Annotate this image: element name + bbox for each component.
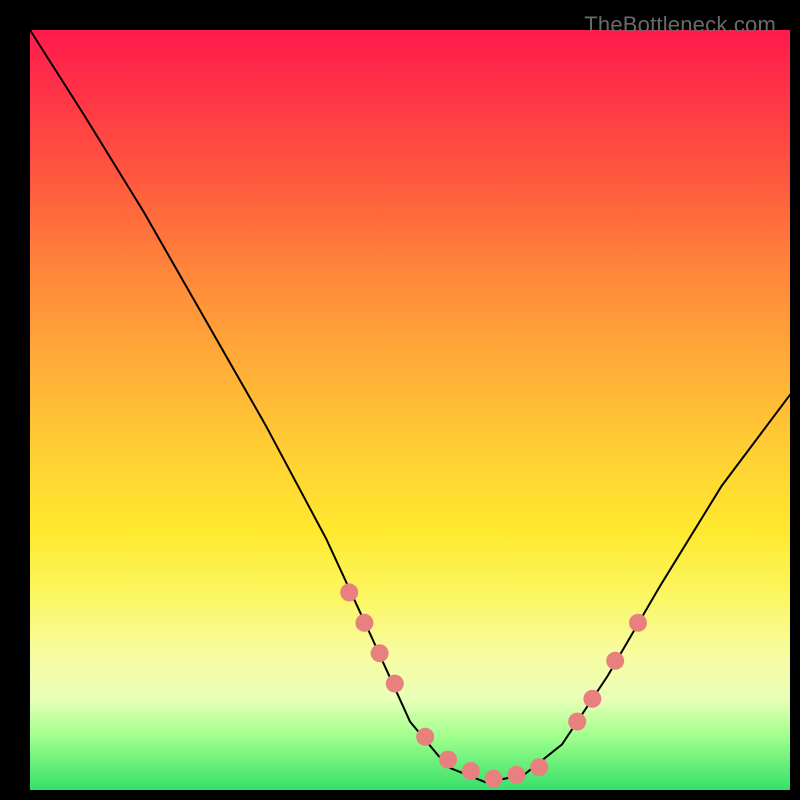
bottleneck-curve-path xyxy=(30,30,790,782)
watermark-text: TheBottleneck.com xyxy=(584,12,776,38)
marker-dot xyxy=(416,728,434,746)
marker-dot xyxy=(530,758,548,776)
marker-dot xyxy=(386,675,404,693)
marker-dot xyxy=(629,614,647,632)
plot-area xyxy=(30,30,790,790)
marker-dot xyxy=(583,690,601,708)
marker-dot xyxy=(606,652,624,670)
marker-dot xyxy=(439,751,457,769)
marker-dot xyxy=(371,644,389,662)
marker-dot xyxy=(340,583,358,601)
marker-dot xyxy=(507,766,525,784)
curve-svg xyxy=(30,30,790,790)
bottleneck-curve xyxy=(30,30,790,782)
marker-dot xyxy=(462,762,480,780)
chart-frame: TheBottleneck.com xyxy=(10,10,790,790)
marker-dot xyxy=(568,713,586,731)
marker-dot xyxy=(485,770,503,788)
marker-dot xyxy=(355,614,373,632)
